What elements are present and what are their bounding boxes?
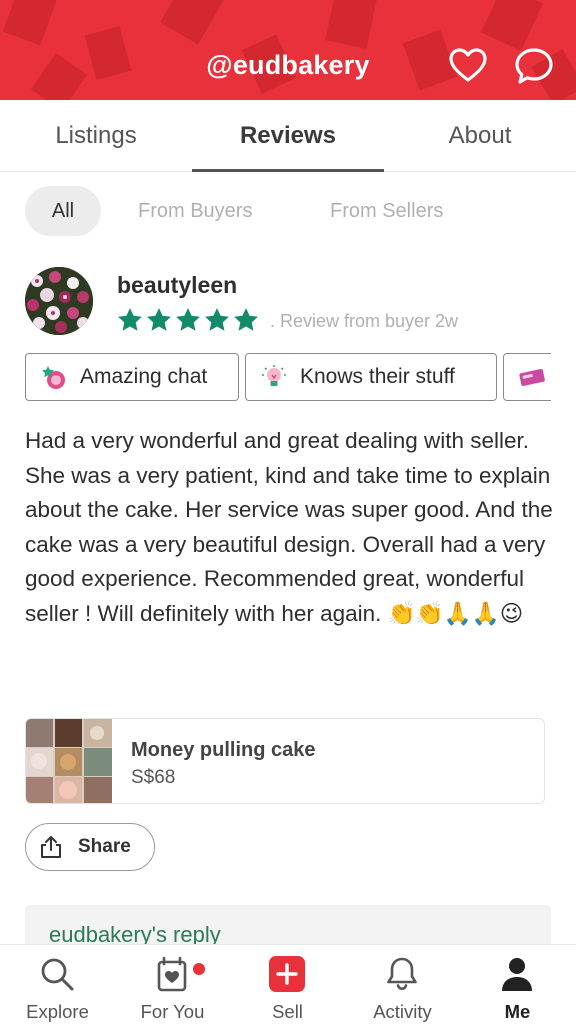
chip-label: Amazing chat [80,365,208,388]
search-icon [41,958,74,991]
avatar[interactable] [25,267,93,335]
person-icon [502,958,532,991]
reviewer-username[interactable]: beautyleen [117,272,237,299]
page-title: @eudbakery [206,50,370,80]
nav-explore[interactable]: Explore [0,945,115,1024]
nav-label: For You [140,1001,205,1022]
tab-reviews[interactable]: Reviews [192,100,384,172]
active-tab-indicator [192,169,384,172]
nav-label: Activity [373,1001,432,1022]
share-icon [41,836,61,858]
nav-activity[interactable]: Activity [345,945,460,1024]
app-header: @eudbakery [0,0,576,100]
chip-knows-their-stuff: Knows their stuff [245,353,497,401]
bell-icon [387,957,417,991]
star-icon [118,308,142,331]
avatar-flowers-image [25,267,93,335]
listing-card[interactable]: Money pulling cake S$68 [25,718,545,804]
tab-listings[interactable]: Listings [0,100,192,172]
star-icon [147,308,171,331]
review-meta: . Review from buyer 2w [270,311,459,331]
chat-bubble-icon[interactable] [514,46,554,86]
filter-from-buyers[interactable]: From Buyers [138,186,252,236]
seller-reply: eudbakery's reply [25,905,551,949]
nav-label: Explore [26,1001,89,1022]
profile-tabs: Listings Reviews About [0,100,576,172]
filter-from-sellers[interactable]: From Sellers [330,186,443,236]
chip-amazing-chat: Amazing chat [25,353,239,401]
nav-sell[interactable]: Sell [230,945,345,1024]
nav-me[interactable]: Me [460,945,575,1024]
chat-badge-icon [42,366,65,389]
nav-for-you[interactable]: For You [115,945,230,1024]
nav-label: Sell [272,1001,303,1022]
listing-thumbnail [26,719,112,803]
plus-icon [269,956,305,992]
review-text: Had a very wonderful and great dealing w… [25,428,553,626]
share-label: Share [78,836,131,857]
for-you-icon [157,956,187,992]
listing-name: Money pulling cake [131,739,316,761]
filter-all[interactable]: All [25,186,101,236]
lightbulb-icon [262,365,286,386]
star-rating [116,305,261,335]
notification-badge [193,963,205,975]
nav-label: Me [504,1001,531,1022]
bottom-navigation: Explore For You Sell Activity Me [0,944,576,1024]
listing-price: S$68 [131,767,176,788]
tab-about[interactable]: About [384,100,576,172]
share-button[interactable]: Share [25,823,155,871]
chip-label: Knows their stuff [300,365,455,388]
star-icon [205,308,229,331]
review-tags: Amazing chat Knows their stuff [25,353,551,403]
chip-more [503,353,551,401]
ticket-icon [519,369,545,386]
star-icon [176,308,200,331]
heart-icon[interactable] [448,46,488,86]
star-icon [234,308,258,331]
